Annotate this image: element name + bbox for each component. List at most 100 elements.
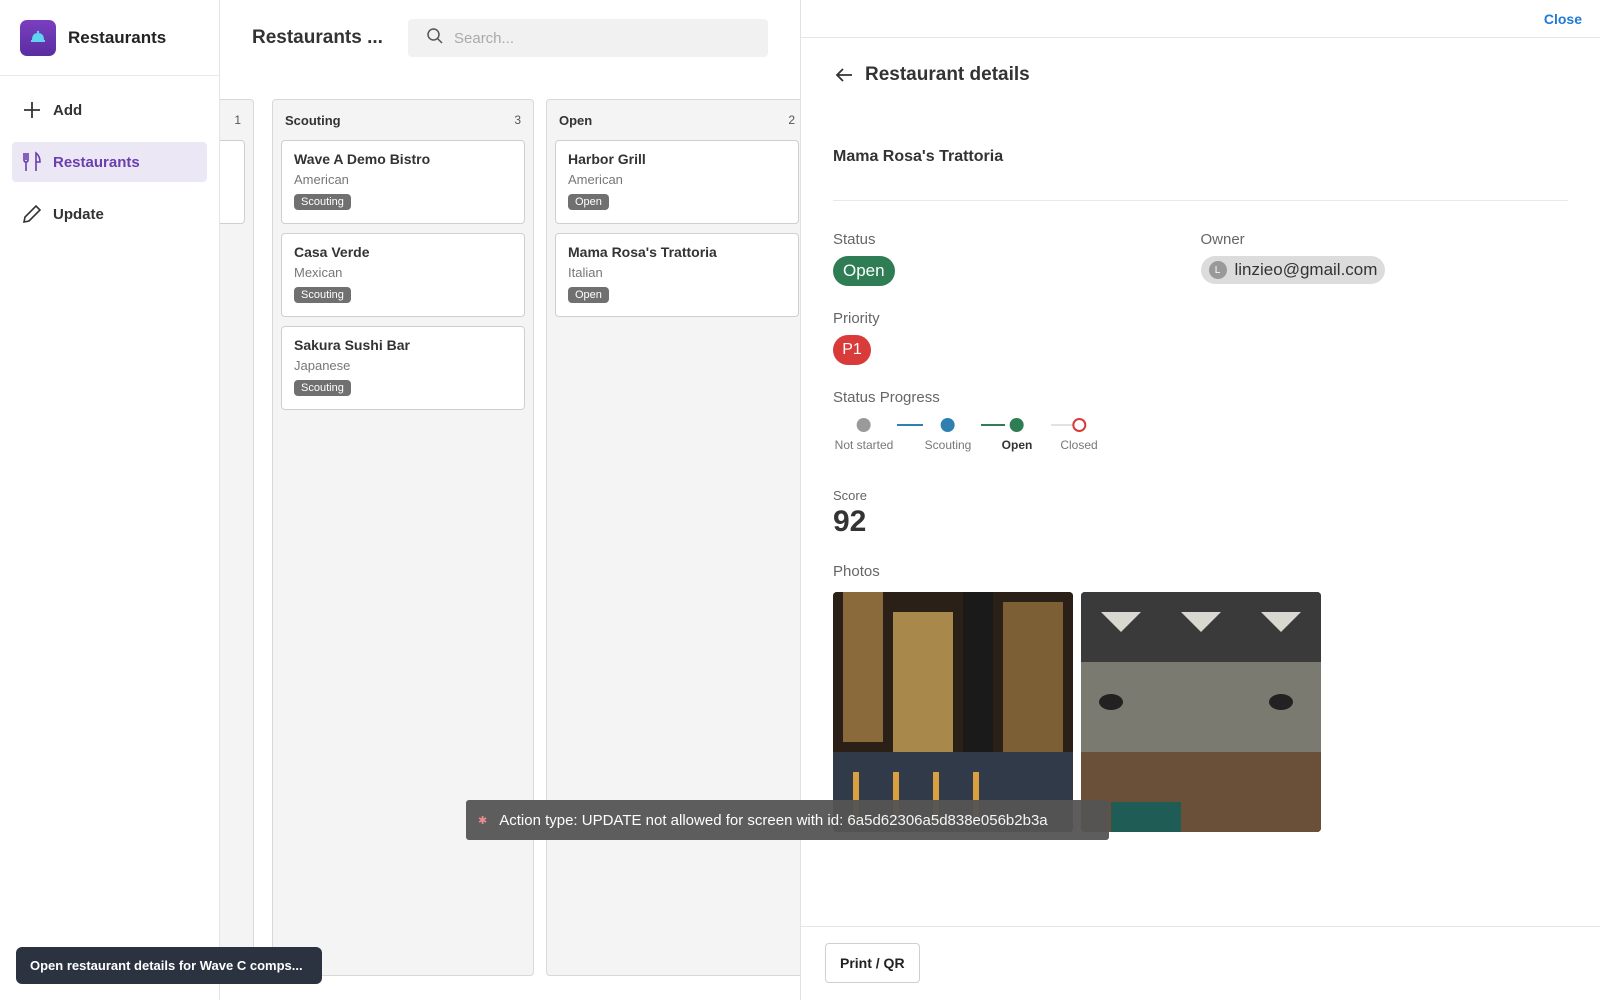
close-button[interactable]: Close [1544,11,1582,27]
status-badge: Scouting [294,194,351,210]
kanban-column-scouting: Scouting 3 Wave A Demo Bistro American S… [272,99,534,976]
detail-header: Restaurant details [833,64,1568,86]
priority-field: Priority P1 [833,310,1568,365]
status-progress: Status Progress Not started Scouting Ope… [833,389,1568,460]
brand: Restaurants [0,0,219,76]
owner-chip[interactable]: L linzieo@gmail.com [1200,256,1386,284]
status-badge: Open [568,194,609,210]
panel-topbar: Close [801,0,1600,38]
column-header: Scouting 3 [273,100,533,140]
photo-gallery [833,592,1568,832]
card-cuisine: American [294,172,349,187]
step-dot [1009,418,1024,432]
card-title: Sakura Sushi Bar [294,337,410,353]
column-header: 1 [220,100,253,140]
status-field: Status Open [833,231,1201,286]
kanban-column: 1 [220,99,254,976]
fork-knife-icon [21,151,43,173]
step-label: Not started [834,438,894,452]
error-toast: ✱ Action type: UPDATE not allowed for sc… [466,800,1109,840]
action-toast-message: Open restaurant details for Wave C comps… [30,958,303,973]
main-header: Restaurants ... Search... [220,0,800,76]
owner-field: Owner L linzieo@gmail.com [1200,231,1569,286]
status-badge: Open [568,287,609,303]
status-owner-row: Status Open Owner L linzieo@gmail.com [833,231,1568,286]
page-title: Restaurants ... [252,27,383,48]
main-board-area: Restaurants ... Search... 1 Scouting 3 W… [220,0,800,1000]
error-icon: ✱ [478,814,488,827]
column-count: 1 [234,113,241,127]
search-input[interactable]: Search... [408,19,768,57]
sidebar-item-add[interactable]: Add [12,90,207,130]
panel-body: Restaurant details Mama Rosa's Trattoria… [801,64,1600,832]
card-cuisine: Mexican [294,265,343,280]
kanban-board: 1 Scouting 3 Wave A Demo Bistro American… [220,99,800,976]
status-progress-label: Status Progress [833,389,940,406]
restaurant-card[interactable]: Harbor Grill American Open [555,140,799,224]
kanban-column-open: Open 2 Harbor Grill American Open Mama R… [546,99,800,976]
restaurant-photo[interactable] [1081,592,1321,832]
restaurant-card[interactable]: Wave A Demo Bistro American Scouting [281,140,525,224]
search-placeholder: Search... [454,29,515,47]
restaurant-photo[interactable] [833,592,1073,832]
column-count: 3 [514,113,521,127]
step-dot [856,418,871,432]
sidebar-item-label: Update [53,205,104,223]
owner-label: Owner [1200,231,1245,248]
step-dot [1071,418,1086,432]
column-name: Scouting [285,112,341,128]
sidebar-item-label: Restaurants [53,153,140,171]
owner-email: linzieo@gmail.com [1234,260,1378,279]
detail-title: Restaurant details [865,64,1030,85]
sidebar: Restaurants Add Restaurants Update [0,0,220,1000]
card-title: Mama Rosa's Trattoria [568,244,717,260]
error-toast-message: Action type: UPDATE not allowed for scre… [499,811,1048,829]
column-header: Open 2 [547,100,800,140]
print-qr-button[interactable]: Print / QR [825,943,920,983]
sidebar-item-label: Add [53,101,83,119]
app-title: Restaurants [68,27,167,47]
column-name: Open [559,112,593,128]
status-stepper: Not started Scouting Open Closed [833,416,1113,460]
panel-footer: Print / QR [801,926,1600,983]
back-arrow-icon[interactable] [833,64,855,86]
status-badge: Open [833,256,895,286]
restaurant-card[interactable]: Sakura Sushi Bar Japanese Scouting [281,326,525,410]
card-title: Wave A Demo Bistro [294,151,431,167]
step-label: Scouting [924,438,972,452]
priority-badge: P1 [833,335,871,365]
avatar: L [1208,261,1227,279]
photos-label: Photos [833,563,880,580]
status-label: Status [833,231,876,248]
sidebar-item-restaurants[interactable]: Restaurants [12,142,207,182]
score-field: Score 92 [833,488,1568,539]
restaurant-card[interactable]: Casa Verde Mexican Scouting [281,233,525,317]
photos-field: Photos [833,563,1568,832]
card-title: Harbor Grill [568,151,646,167]
score-value: 92 [833,505,867,538]
step-not-started: Not started [834,416,894,452]
restaurant-name: Mama Rosa's Trattoria [833,148,1004,165]
app-logo-icon [20,19,56,56]
status-badge: Scouting [294,287,351,303]
step-label: Open [1001,438,1033,452]
sidebar-item-update[interactable]: Update [12,194,207,234]
column-count: 2 [788,113,795,127]
restaurant-card[interactable]: Mama Rosa's Trattoria Italian Open [555,233,799,317]
step-dot [940,418,955,432]
score-label: Score [833,488,867,503]
priority-label: Priority [833,310,880,327]
sidebar-nav: Add Restaurants Update [0,76,219,260]
card-cuisine: Italian [568,265,603,280]
restaurant-card[interactable] [220,140,245,224]
pencil-icon [21,203,43,225]
card-cuisine: Japanese [294,358,351,373]
action-toast: Open restaurant details for Wave C comps… [16,947,322,984]
step-connector [897,424,923,426]
step-scouting: Scouting [924,416,972,452]
status-badge: Scouting [294,380,351,396]
divider [833,200,1568,201]
card-cuisine: American [568,172,623,187]
card-title: Casa Verde [294,244,370,260]
step-open: Open [1001,416,1033,452]
